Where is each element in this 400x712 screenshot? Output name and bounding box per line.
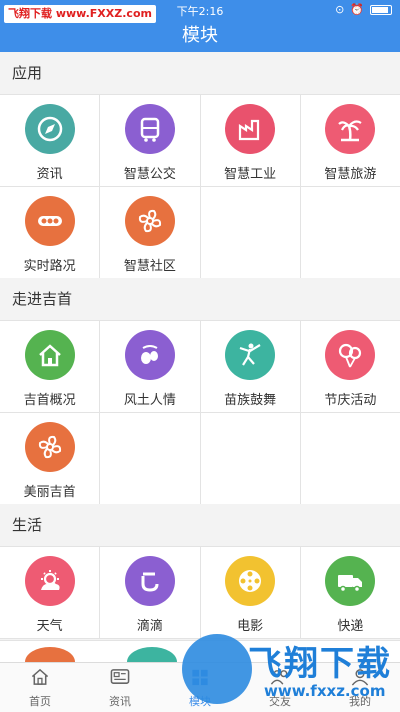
module-label: 实时路况 [23,259,76,274]
module-item[interactable]: 苗族鼓舞 [200,321,300,412]
module-item[interactable]: 美丽吉首 [0,413,100,504]
profile-icon [349,667,371,693]
tab-label: 资讯 [109,694,131,708]
bus-icon [124,104,175,154]
truck-icon [325,556,376,606]
module-item[interactable]: 节庆活动 [300,321,400,412]
tab-item[interactable]: 首页 [0,663,80,712]
section-header-apps: 应用 [0,52,400,94]
module-label: 电影 [237,619,264,634]
module-label: 天气 [36,619,63,634]
status-icons: ⊙ ⏰ [335,3,392,16]
tab-label: 我的 [349,694,371,708]
alarm-icon: ⏰ [350,3,364,16]
module-label: 节庆活动 [324,393,377,408]
bottom-tab-bar: 首页 资讯 模块 交友 我的 [0,662,400,712]
factory-icon [225,104,276,154]
battery-icon [370,4,392,15]
empty-cell [300,413,400,504]
tab-item[interactable]: 资讯 [80,663,160,712]
pinwheel-icon [124,196,175,246]
compass-icon [24,104,75,154]
section-header-life: 生活 [0,504,400,546]
balloons-icon [325,330,376,380]
lock-rotation-icon: ⊙ [335,3,345,16]
home-icon [24,330,75,380]
friends-icon [269,667,291,693]
module-label: 吉首概况 [23,393,76,408]
module-item[interactable]: 滴滴 [100,547,200,638]
module-label: 美丽吉首 [23,485,76,500]
empty-cell [200,413,300,504]
olive-icon [124,330,175,380]
news-icon [109,667,131,693]
module-item[interactable]: 天气 [0,547,100,638]
module-item[interactable]: 智慧旅游 [300,95,400,186]
next-row-peek [0,640,400,677]
section-header-jishou: 走进吉首 [0,278,400,320]
tab-label: 首页 [29,694,51,708]
module-item[interactable]: 智慧工业 [200,95,300,186]
jishou-grid: 吉首概况 风土人情 苗族鼓舞 节庆活动美丽吉首 [0,320,400,505]
module-item[interactable]: 智慧公交 [100,95,200,186]
tab-item[interactable]: 模块 [160,663,240,712]
module-label: 智慧社区 [123,259,176,274]
module-label: 苗族鼓舞 [224,393,277,408]
module-label: 智慧工业 [224,167,277,182]
traffic-light-icon [24,196,75,246]
module-item[interactable]: 资讯 [0,95,100,186]
module-item[interactable]: 快递 [300,547,400,638]
empty-cell [200,187,300,278]
empty-cell [300,187,400,278]
tab-label: 模块 [189,694,211,708]
module-item[interactable]: 吉首概况 [0,321,100,412]
module-item[interactable]: 智慧社区 [100,187,200,278]
module-label: 滴滴 [136,619,163,634]
module-icon [189,667,211,693]
empty-cell [100,413,200,504]
pinwheel-icon [24,422,75,472]
module-item[interactable]: 实时路况 [0,187,100,278]
status-bar: 飞翔下载 www.FXXZ.com 下午2:16 ⊙ ⏰ [0,0,400,23]
module-item[interactable]: 风土人情 [100,321,200,412]
module-label: 快递 [337,619,364,634]
palm-tree-icon [325,104,376,154]
home-icon [29,667,51,693]
module-item[interactable]: 电影 [200,547,300,638]
module-label: 资讯 [36,167,63,182]
didi-icon [124,556,175,606]
tab-item[interactable]: 交友 [240,663,320,712]
page-title: 模块 [182,25,218,46]
tab-item[interactable]: 我的 [320,663,400,712]
module-label: 智慧旅游 [324,167,377,182]
apps-grid: 资讯 智慧公交 智慧工业 智慧旅游实时路况 智慧社区 [0,94,400,279]
app-header: 飞翔下载 www.FXXZ.com 下午2:16 ⊙ ⏰ 模块 [0,0,400,52]
module-label: 智慧公交 [123,167,176,182]
tab-label: 交友 [269,694,291,708]
dancer-icon [225,330,276,380]
module-label: 风土人情 [123,393,176,408]
life-grid: 天气 滴滴 电影 快递 [0,546,400,639]
film-reel-icon [225,556,276,606]
weather-icon [24,556,75,606]
